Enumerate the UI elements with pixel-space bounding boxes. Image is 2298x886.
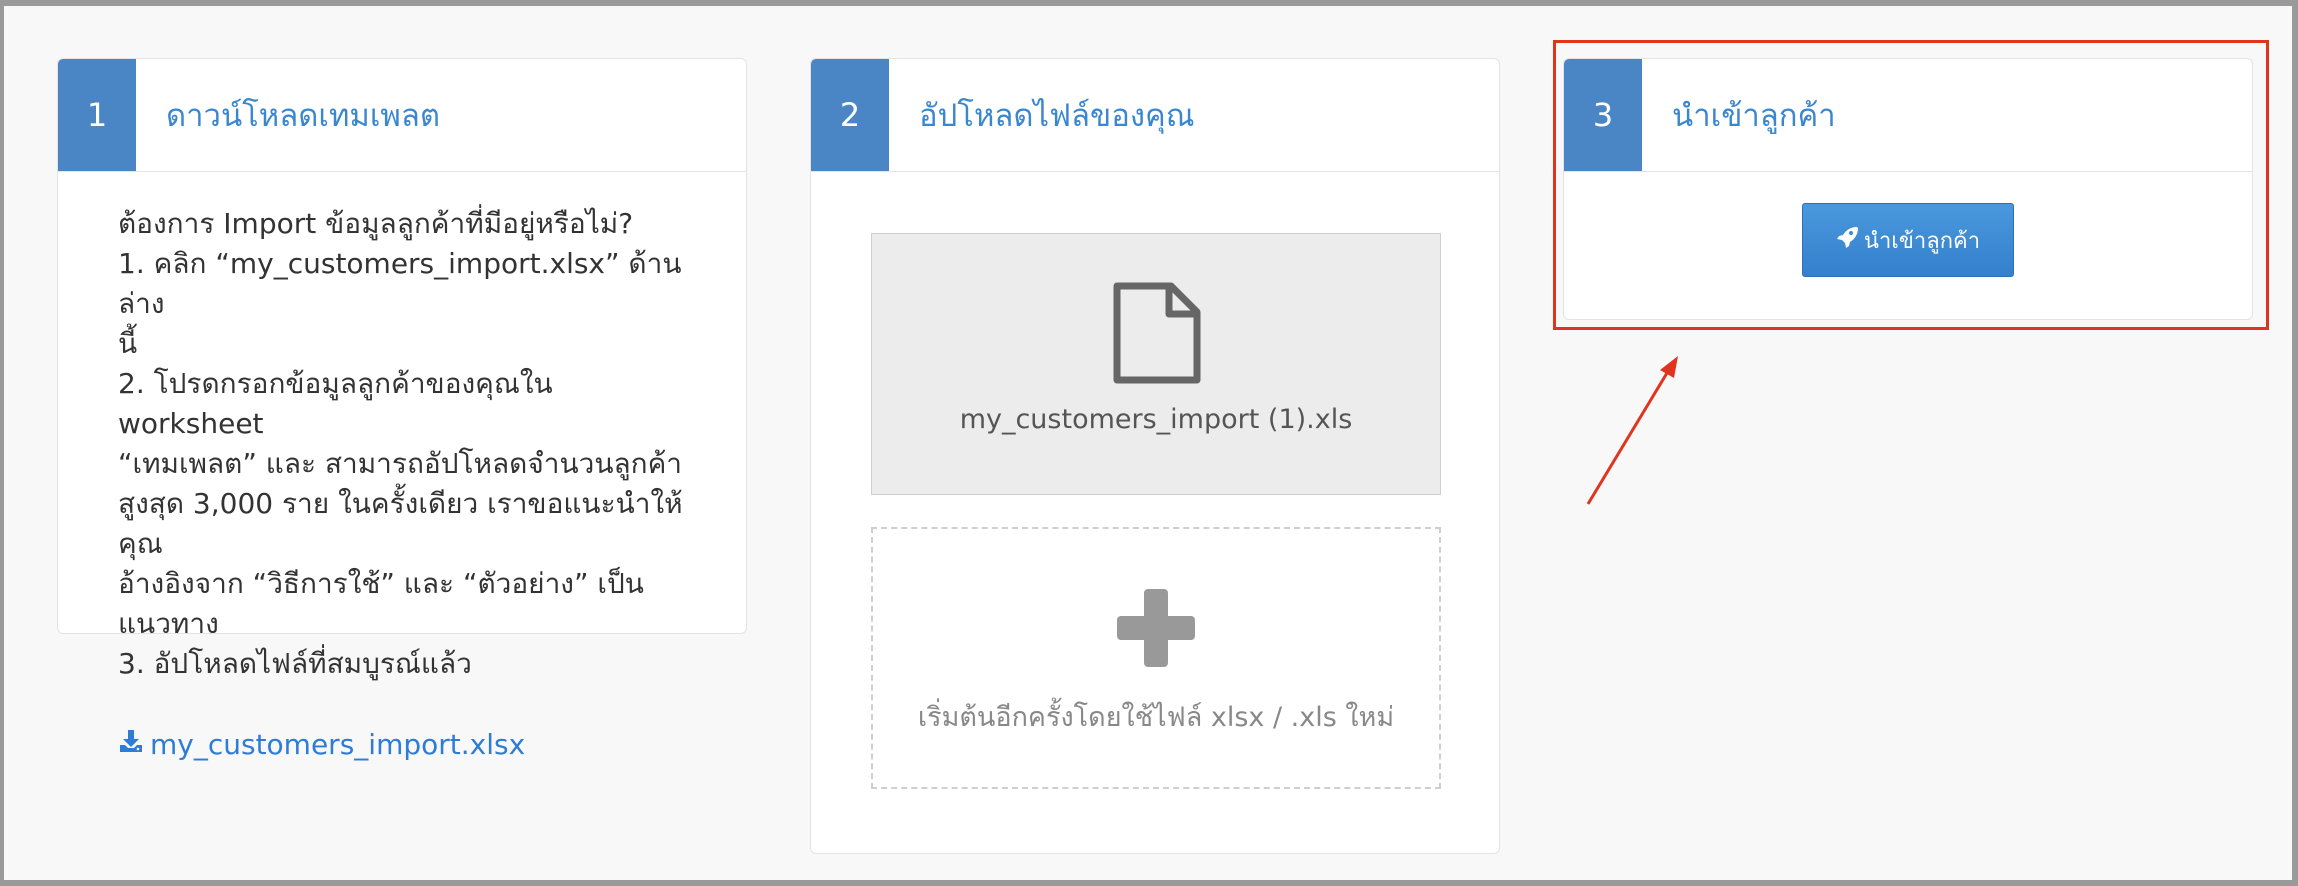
step-2-header: 2 อัปโหลดไฟล์ของคุณ [811, 59, 1499, 172]
step-1-title: ดาวน์โหลดเทมเพลต [166, 98, 440, 134]
step-1-instructions: ต้องการ Import ข้อมูลลูกค้าที่มีอยู่หรือ… [58, 172, 746, 684]
instruction-line: นี้ [118, 327, 138, 360]
annotation-arrow [1586, 356, 1678, 505]
step-2-title: อัปโหลดไฟล์ของคุณ [919, 98, 1195, 134]
download-link-label: my_customers_import.xlsx [150, 728, 526, 761]
instruction-line: ต้องการ Import ข้อมูลลูกค้าที่มีอยู่หรือ… [118, 207, 634, 240]
instruction-line: “เทมเพลต” และ สามารถอัปโหลดจำนวนลูกค้า [118, 447, 683, 480]
uploaded-file-box[interactable]: my_customers_import (1).xls [871, 233, 1441, 495]
step-1-header: 1 ดาวน์โหลดเทมเพลต [58, 59, 746, 172]
step-2-number: 2 [811, 59, 889, 171]
step-1-card: 1 ดาวน์โหลดเทมเพลต ต้องการ Import ข้อมูล… [57, 58, 747, 761]
page-frame: 1 ดาวน์โหลดเทมเพลต ต้องการ Import ข้อมูล… [4, 6, 2292, 880]
download-icon [118, 728, 144, 761]
uploaded-file-name: my_customers_import (1).xls [959, 404, 1353, 435]
instruction-line: 2. โปรดกรอกข้อมูลลูกค้าของคุณใน workshee… [118, 367, 553, 440]
restart-upload-text: เริ่มต้นอีกครั้งโดยใช้ไฟล์ xlsx / .xls ใ… [917, 702, 1395, 733]
step-1-number: 1 [58, 59, 136, 171]
instruction-line: 1. คลิก “my_customers_import.xlsx” ด้านล… [118, 247, 682, 320]
new-file-dropzone[interactable]: เริ่มต้นอีกครั้งโดยใช้ไฟล์ xlsx / .xls ใ… [871, 527, 1441, 789]
instruction-line: อ้างอิงจาก “วิธีการใช้” และ “ตัวอย่าง” เ… [118, 567, 644, 640]
plus-icon [1115, 587, 1197, 673]
instruction-line: สูงสุด 3,000 ราย ในครั้งเดียว เราขอแนะนำ… [118, 487, 683, 560]
step-2-card: 2 อัปโหลดไฟล์ของคุณ my_customers_import … [810, 58, 1500, 854]
download-template-link[interactable]: my_customers_import.xlsx [118, 728, 746, 761]
highlight-box [1553, 40, 2269, 330]
file-icon [1111, 282, 1201, 390]
instruction-line: 3. อัปโหลดไฟล์ที่สมบูรณ์แล้ว [118, 647, 472, 680]
